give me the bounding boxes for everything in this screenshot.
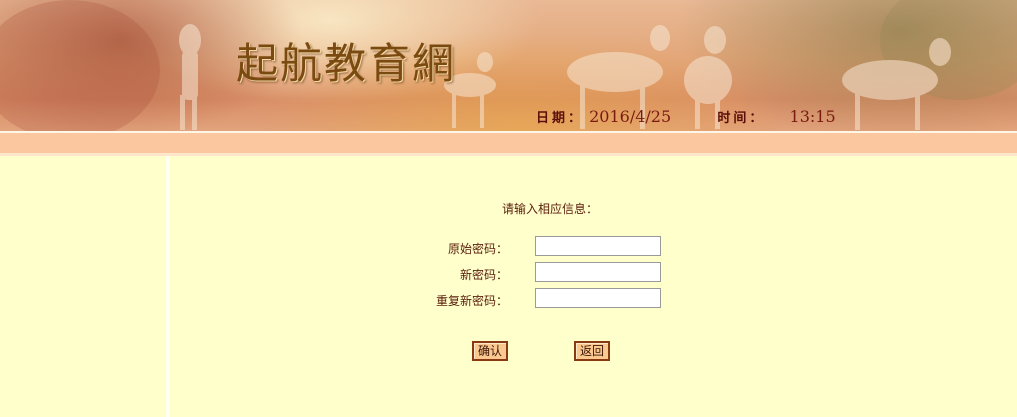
back-button[interactable]: 返回	[574, 341, 611, 361]
date-value: 2016/4/25	[589, 107, 672, 126]
old-password-input[interactable]	[535, 236, 661, 256]
old-password-label: 原始密码：	[447, 242, 508, 256]
new-password-label: 新密码：	[459, 268, 508, 282]
time-value: 13:15	[789, 107, 836, 126]
form-prompt: 请输入相应信息：	[501, 202, 598, 216]
header-banner: 起航教育網 日期： 2016/4/25 时间： 13:15	[0, 0, 1017, 132]
new-password-input[interactable]	[535, 262, 661, 282]
header-stripe	[0, 133, 1017, 153]
confirm-password-input[interactable]	[535, 288, 661, 308]
left-panel	[0, 156, 166, 417]
date-label: 日期：	[536, 111, 585, 126]
old-password-row: 原始密码：	[420, 236, 680, 258]
date-time-bar: 日期： 2016/4/25 时间： 13:15	[536, 106, 836, 128]
confirm-password-row: 重复新密码：	[420, 288, 680, 310]
site-logo: 起航教育網	[236, 39, 457, 88]
panel-divider	[166, 156, 170, 417]
confirm-button[interactable]: 确认	[472, 341, 509, 361]
new-password-row: 新密码：	[420, 262, 680, 284]
deer-illustration-icon	[0, 0, 1017, 132]
time-label: 时间：	[717, 111, 766, 126]
confirm-password-label: 重复新密码：	[435, 294, 508, 308]
